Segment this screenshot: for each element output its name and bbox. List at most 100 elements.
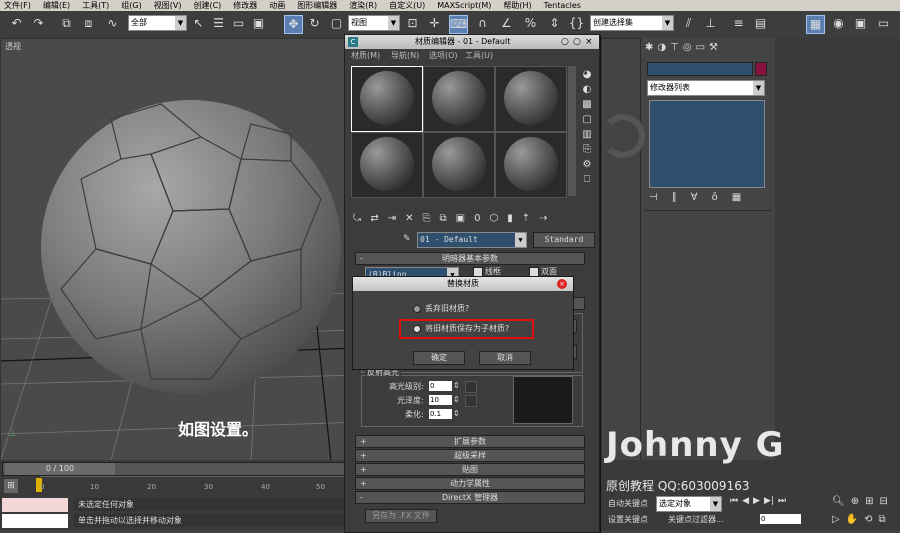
render-setup-icon[interactable]: ▣ — [852, 15, 869, 32]
pin-stack-icon[interactable]: ⊣ — [649, 192, 658, 206]
percent-snap-icon[interactable]: % — [522, 15, 539, 32]
set-key-label[interactable]: 设置关键点 — [608, 514, 648, 525]
menu-create[interactable]: 创建(C) — [193, 0, 221, 11]
menu-navigation[interactable]: 导航(N) — [391, 49, 419, 63]
key-filters-button[interactable]: 关键点过滤器... — [668, 514, 724, 525]
select-move-icon[interactable]: ✥ — [284, 15, 303, 34]
keyboard-shortcut-toggle-icon[interactable]: ⌨ — [449, 15, 468, 34]
modify-tab-icon[interactable]: ◑ — [657, 42, 666, 56]
assign-material-icon[interactable]: ⇥ — [388, 213, 396, 227]
discard-old-label[interactable]: 丢弃旧材质? — [425, 303, 469, 314]
orbit-icon[interactable]: ⟲ — [864, 514, 872, 525]
window-crossing-icon[interactable]: ▣ — [250, 15, 267, 32]
menu-customize[interactable]: 自定义(U) — [389, 0, 425, 11]
redo-icon[interactable]: ↷ — [30, 15, 47, 32]
spinner-arrows-icon[interactable]: ⇕ — [453, 395, 460, 404]
link-icon[interactable]: ⧉ — [58, 15, 75, 32]
make-preview-icon[interactable]: ⎘ — [583, 144, 591, 155]
zoom-icon[interactable]: 🔍︎ — [832, 496, 845, 507]
make-copy-icon[interactable]: ⎘ — [423, 213, 431, 227]
edit-named-selection-icon[interactable]: {} — [568, 15, 585, 32]
material-slot-1[interactable] — [351, 66, 423, 132]
render-frame-icon[interactable]: ▭ — [875, 15, 892, 32]
menu-edit[interactable]: 编辑(E) — [43, 0, 70, 11]
rollout-maps[interactable]: + 贴图 — [355, 463, 585, 476]
create-tab-icon[interactable]: ✱ — [645, 42, 653, 56]
mirror-icon[interactable]: ⫽ — [680, 15, 697, 32]
material-name-field[interactable]: 01 - Default ▼ — [417, 232, 527, 248]
show-end-result-icon[interactable]: ∥ — [672, 192, 677, 206]
go-to-start-icon[interactable]: ⏮ — [730, 496, 738, 506]
select-by-material-icon[interactable]: ⎕ — [584, 174, 590, 185]
video-color-check-icon[interactable]: ▥ — [582, 129, 591, 140]
named-selection-set-dropdown[interactable]: 创建选择集 ▼ — [590, 15, 674, 31]
spinner-snap-icon[interactable]: ⇕ — [546, 15, 563, 32]
prev-frame-icon[interactable]: ◀ — [742, 496, 749, 506]
remove-modifier-icon[interactable]: ǒ — [712, 192, 718, 206]
menu-animation[interactable]: 动画 — [269, 0, 285, 11]
menu-tools[interactable]: 工具(T) — [82, 0, 109, 11]
cancel-button[interactable]: 取消 — [479, 351, 531, 365]
motion-tab-icon[interactable]: ◎ — [683, 42, 692, 56]
rollout-dynamics[interactable]: + 动力学属性 — [355, 477, 585, 490]
current-frame-field[interactable]: 0 — [760, 514, 801, 524]
time-slider-thumb[interactable]: 0 / 100 — [5, 463, 115, 475]
pan-icon[interactable]: ✋ — [846, 514, 858, 525]
undo-icon[interactable]: ↶ — [8, 15, 25, 32]
auto-key-label[interactable]: 自动关键点 — [608, 498, 648, 509]
menu-modifiers[interactable]: 修改器 — [233, 0, 257, 11]
selected-object-dropdown[interactable]: 选定对象 ▼ — [656, 496, 722, 512]
spec-level-spinner[interactable]: 0 — [429, 381, 452, 391]
menu-tentacles[interactable]: Tentacles — [544, 0, 581, 11]
field-of-view-icon[interactable]: ▷ — [832, 514, 840, 525]
gloss-map-button[interactable] — [465, 395, 477, 407]
menu-utilities[interactable]: 工具(U) — [465, 49, 493, 63]
go-to-end-icon[interactable]: ⏭ — [778, 496, 786, 506]
put-to-scene-icon[interactable]: ⇄ — [370, 213, 378, 227]
spinner-arrows-icon[interactable]: ⇕ — [453, 381, 460, 390]
glossiness-spinner[interactable]: 10 — [429, 395, 452, 405]
go-forward-sibling-icon[interactable]: ⇢ — [539, 213, 547, 227]
reset-material-icon[interactable]: ✕ — [405, 213, 413, 227]
select-scale-icon[interactable]: ▢ — [328, 15, 345, 32]
dialog-titlebar[interactable]: 替换材质 × — [353, 277, 573, 291]
reference-coordinate-dropdown[interactable]: 视图 ▼ — [348, 15, 400, 31]
selection-filter-dropdown[interactable]: 全部 ▼ — [128, 15, 187, 31]
close-icon[interactable]: × — [585, 35, 593, 49]
object-name-field[interactable] — [647, 62, 753, 76]
bind-spacewarp-icon[interactable]: ∿ — [104, 15, 121, 32]
material-slot-5[interactable] — [423, 132, 495, 198]
zoom-all-icon[interactable]: ⊕ — [851, 496, 859, 507]
object-color-swatch[interactable] — [755, 62, 767, 76]
pivot-center-icon[interactable]: ⊡ — [404, 15, 421, 32]
maximize-viewport-icon[interactable]: ⧉ — [879, 514, 886, 525]
sample-type-icon[interactable]: ◕ — [583, 69, 592, 80]
make-unique-icon[interactable]: ⧉ — [440, 213, 447, 227]
zoom-extents-all-icon[interactable]: ⊟ — [879, 496, 887, 507]
material-slot-3[interactable] — [495, 66, 567, 132]
rect-selection-icon[interactable]: ▭ — [230, 15, 247, 32]
menu-help[interactable]: 帮助(H) — [503, 0, 531, 11]
show-map-icon[interactable]: ⬡ — [489, 213, 498, 227]
select-rotate-icon[interactable]: ↻ — [306, 15, 323, 32]
spinner-arrows-icon[interactable]: ⇕ — [453, 409, 460, 418]
show-end-result-icon[interactable]: ▮ — [507, 213, 513, 227]
layer-manager-icon[interactable]: ≡ — [730, 15, 747, 32]
material-slot-6[interactable] — [495, 132, 567, 198]
close-icon[interactable]: × — [557, 279, 567, 289]
discard-old-radio[interactable] — [413, 305, 421, 313]
unlink-icon[interactable]: ⧈ — [80, 15, 97, 32]
rollout-shader-basic[interactable]: - 明暗器基本参数 — [355, 252, 585, 265]
ok-button[interactable]: 确定 — [413, 351, 465, 365]
maxscript-input-mini[interactable] — [2, 514, 68, 528]
keep-as-submaterial-label[interactable]: 将旧材质保存为子材质? — [425, 323, 509, 334]
menu-material[interactable]: 材质(M) — [351, 49, 380, 63]
rollout-extended-params[interactable]: + 扩展参数 — [355, 435, 585, 448]
play-icon[interactable]: ▶ — [753, 496, 760, 506]
material-slot-4[interactable] — [351, 132, 423, 198]
get-material-icon[interactable]: ⤿ — [353, 213, 361, 227]
select-by-name-icon[interactable]: ☰ — [210, 15, 227, 32]
angle-snap-icon[interactable]: ∠ — [498, 15, 515, 32]
zoom-extents-icon[interactable]: ⊞ — [865, 496, 873, 507]
align-icon[interactable]: ⊥ — [702, 15, 719, 32]
